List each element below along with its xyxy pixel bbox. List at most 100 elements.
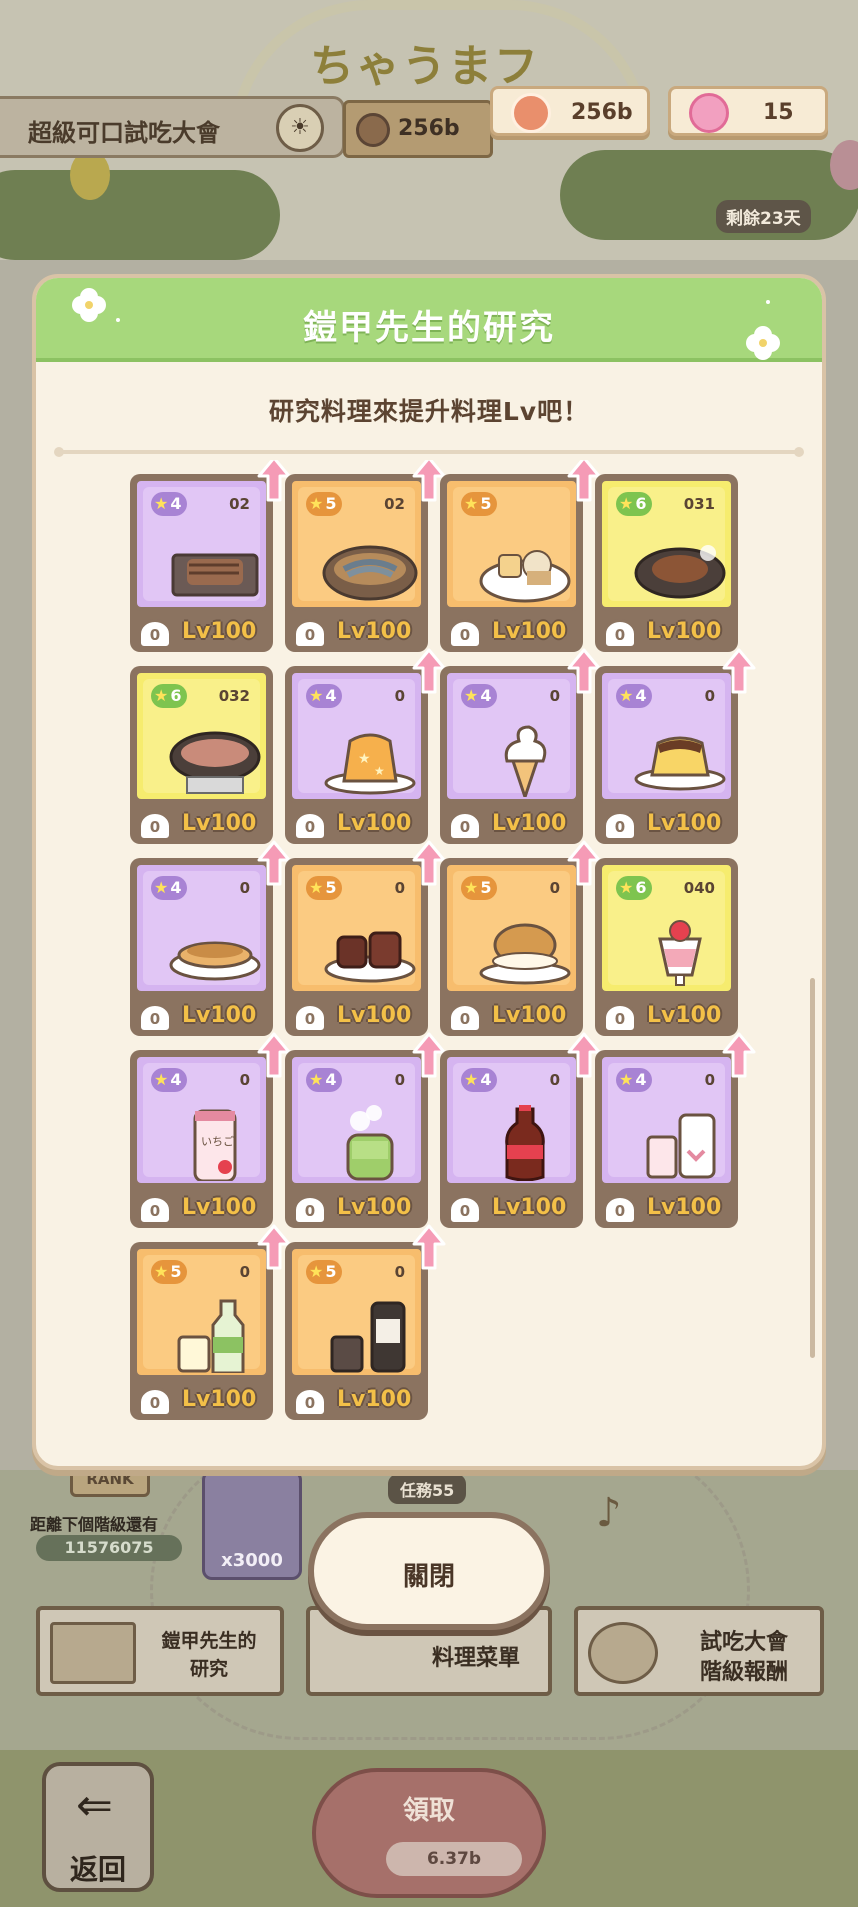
recipe-card-inner: ★ 4 0 — [143, 871, 261, 985]
recipe-card[interactable]: ★ 4 0 0 Lv100 — [440, 648, 601, 844]
recipe-number: 040 — [683, 879, 715, 897]
recipe-card[interactable]: ★ 5 0 0 Lv100 — [440, 840, 601, 1036]
recipe-card-footer: 0 Lv100 — [285, 806, 428, 844]
star-rank-badge: ★ 6 — [151, 684, 188, 708]
recipe-card[interactable]: ★ 5 02 0 Lv100 — [285, 460, 446, 652]
star-icon: ★ — [309, 1262, 324, 1281]
recipe-card[interactable]: ★ 5 0 0 Lv100 — [285, 840, 446, 1036]
chef-hat-icon: 0 — [448, 1195, 482, 1225]
gem-reward[interactable]: x3000 — [202, 1470, 302, 1580]
oden-icon — [475, 525, 575, 605]
recipe-level: Lv100 — [182, 1387, 257, 1412]
recipe-card-inner: ★ 4 0 — [453, 679, 570, 802]
recipe-number: 0 — [549, 1071, 560, 1089]
star-count: 4 — [480, 1070, 492, 1089]
star-icon: ★ — [464, 494, 479, 513]
currency-counter[interactable]: 256b — [490, 86, 650, 136]
chef-hat-icon: 0 — [138, 1195, 172, 1225]
recipe-level: Lv100 — [182, 619, 257, 644]
currency-value: 256b — [571, 100, 633, 125]
days-left-badge: 剩餘23天 — [716, 200, 811, 233]
recipe-card[interactable]: ★ 4 0 0 Lv100 — [440, 1032, 601, 1228]
recipe-card[interactable]: ★ 5 0 0 Lv100 — [285, 1224, 446, 1420]
recipe-level: Lv100 — [182, 1195, 257, 1220]
lollipop-icon — [689, 93, 729, 133]
recipe-card-inner: ★ 5 0 — [453, 871, 571, 985]
recipe-card-footer: 0 Lv100 — [595, 998, 738, 1036]
chef-hat-icon: 0 — [448, 619, 482, 649]
rank-label: 距離下個階級還有 — [30, 1515, 159, 1534]
coin-sign-value: 256b — [398, 116, 460, 141]
rank-reward-button[interactable]: 試吃大會 階級報酬 — [574, 1606, 824, 1696]
lightbulb-icon[interactable]: ☀ — [276, 104, 324, 152]
book-icon — [50, 1622, 136, 1684]
recipe-card-inner: ★ 6 040 — [608, 871, 725, 986]
candy-counter[interactable]: 15 — [668, 86, 828, 136]
recipe-card-footer: 0 Lv100 — [285, 614, 428, 652]
star-rank-badge: ★ 5 — [461, 492, 498, 516]
star-icon: ★ — [154, 686, 169, 705]
recipe-card[interactable]: ★ 4 0 ★ ★ 0 Lv100 — [285, 648, 446, 844]
background-hedge — [0, 170, 280, 260]
recipe-card-inner: ★ 6 031 — [608, 487, 726, 601]
recipe-level: Lv100 — [492, 619, 567, 644]
soda-bottle-icon — [165, 1293, 265, 1375]
recipe-number: 032 — [218, 687, 250, 705]
recipe-card[interactable]: ★ 4 0 0 Lv100 — [285, 1032, 446, 1228]
level-up-arrow-icon — [722, 648, 756, 694]
recipe-number: 02 — [229, 495, 250, 513]
recipe-card[interactable]: ★ 4 0 0 Lv100 — [595, 648, 756, 844]
scrollbar[interactable] — [810, 978, 815, 1358]
recipe-card[interactable]: ★ 6 040 0 Lv100 — [595, 858, 738, 1036]
recipe-card-footer: 0 Lv100 — [130, 1190, 273, 1228]
recipe-card-inner: ★ 5 0 — [143, 1255, 260, 1375]
star-icon: ★ — [309, 686, 324, 705]
recipe-card[interactable]: ★ 4 0 0 Lv100 — [595, 1032, 756, 1228]
star-count: 4 — [480, 686, 492, 705]
recipe-card-face: ★ 6 040 — [598, 861, 735, 995]
rank-plate-icon — [588, 1622, 658, 1684]
star-count: 5 — [325, 494, 337, 513]
candy-value: 15 — [763, 100, 794, 125]
recipe-card[interactable]: ★ 5 0 Lv100 — [440, 460, 601, 652]
pudding-icon — [630, 717, 730, 797]
star-count: 5 — [170, 1262, 182, 1281]
chef-hat-icon: 0 — [293, 811, 327, 841]
recipe-card[interactable]: ★ 6 031 0 Lv100 — [595, 474, 738, 652]
research-modal: 鎧甲先生的研究 研究料理來提升料理Lv吧！ ★40Lv100★40Lv100★4… — [32, 274, 826, 1470]
star-icon: ★ — [309, 1070, 324, 1089]
recipe-level: Lv100 — [337, 619, 412, 644]
recipe-card[interactable]: ★ 4 02 0 Lv100 — [130, 460, 291, 652]
back-button[interactable]: ⇐ 返回 — [42, 1762, 154, 1892]
bell-icon[interactable]: ♪ — [596, 1490, 622, 1536]
recipe-card-footer: 0 Lv100 — [285, 1190, 428, 1228]
recipe-grid[interactable]: ★40Lv100★40Lv100★40Lv100★40Lv100★4020Lv1… — [36, 460, 822, 1466]
recipe-card[interactable]: ★ 4 0 0 Lv100 — [130, 840, 291, 1036]
claim-button[interactable]: 領取 6.37b — [312, 1768, 546, 1898]
star-rank-badge: ★ 6 — [616, 876, 653, 900]
recipe-card[interactable]: ★ 6 032 0 Lv100 — [130, 666, 273, 844]
close-button[interactable]: 關閉 — [308, 1512, 550, 1630]
recipe-card-inner: ★ 4 02 — [143, 487, 260, 601]
recipe-card[interactable]: ★ 5 0 0 Lv100 — [130, 1224, 291, 1420]
research-menu-button[interactable]: 鎧甲先生的 研究 — [36, 1606, 284, 1696]
recipe-card[interactable]: ★ 4 0 いちご 0 Lv100 — [130, 1032, 291, 1228]
star-count: 4 — [170, 494, 182, 513]
recipe-card-footer: 0 Lv100 — [130, 614, 273, 652]
event-name-banner[interactable]: 超級可口試吃大會 ☀ — [0, 96, 345, 158]
event-name-label: 超級可口試吃大會 — [28, 119, 220, 147]
svg-text:いちご: いちご — [201, 1134, 234, 1148]
star-count: 4 — [325, 1070, 337, 1089]
chef-hat-icon: 0 — [293, 1387, 327, 1417]
star-rank-badge: ★ 4 — [306, 1068, 343, 1092]
recipe-card-face: ★ 5 0 — [288, 861, 425, 995]
recipe-number: 0 — [394, 1263, 405, 1281]
chef-hat-icon: 0 — [448, 1003, 482, 1033]
star-icon: ★ — [154, 494, 169, 513]
recipe-level: Lv100 — [647, 1195, 722, 1220]
star-count: 5 — [480, 878, 492, 897]
recipe-card-face: ★ 4 0 — [598, 669, 735, 803]
svg-text:★: ★ — [358, 751, 371, 767]
recipe-card-footer: 0 Lv100 — [595, 614, 738, 652]
recipe-card-inner: ★ 5 0 — [298, 871, 416, 985]
